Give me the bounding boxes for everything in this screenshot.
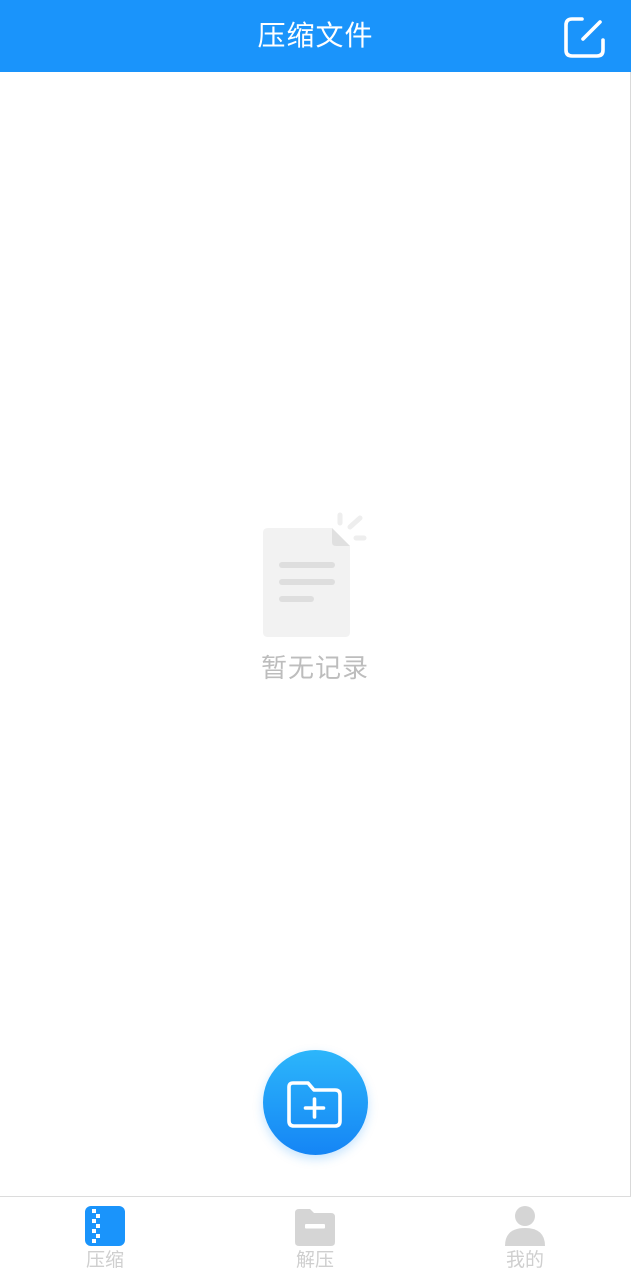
folder-minus-icon <box>295 1209 335 1246</box>
tab-extract[interactable]: 解压 <box>245 1197 385 1280</box>
tab-label: 解压 <box>295 1249 334 1271</box>
app-screen: 压缩文件 暂无记录 压缩 解压 我的 <box>0 0 631 1280</box>
edit-button[interactable] <box>562 14 608 60</box>
user-icon <box>505 1206 545 1246</box>
edit-square-icon <box>564 17 605 58</box>
tab-mine[interactable]: 我的 <box>455 1197 595 1280</box>
folder-add-icon <box>287 1081 342 1128</box>
add-folder-button[interactable] <box>263 1050 368 1155</box>
empty-state: 暂无记录 <box>0 506 630 696</box>
tab-label: 压缩 <box>85 1249 124 1271</box>
page-title: 压缩文件 <box>257 19 374 52</box>
zip-file-icon <box>85 1206 125 1246</box>
tab-label: 我的 <box>505 1249 544 1271</box>
top-app-bar: 压缩文件 <box>0 0 631 72</box>
document-empty-icon <box>263 512 367 637</box>
tab-compress[interactable]: 压缩 <box>35 1197 175 1280</box>
bottom-tab-bar: 压缩 解压 我的 <box>0 1196 631 1280</box>
empty-message: 暂无记录 <box>260 654 369 684</box>
